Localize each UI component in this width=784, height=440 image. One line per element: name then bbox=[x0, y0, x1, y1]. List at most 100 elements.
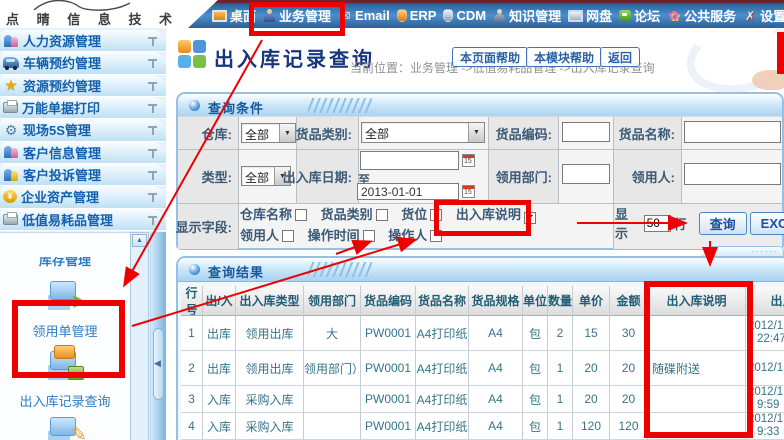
table-cell: 包 bbox=[523, 351, 548, 386]
table-row: 3入库采购入库PW0001A4打印纸A4包120202012/19:59 bbox=[181, 386, 784, 413]
checkbox-icon[interactable] bbox=[430, 209, 442, 221]
nav-item-论坛[interactable]: 论坛 bbox=[619, 5, 660, 26]
mouse-icon bbox=[397, 9, 407, 22]
nav-item-label: 业务管理 bbox=[279, 6, 331, 25]
checkbox-icon[interactable] bbox=[295, 209, 307, 221]
category-label: 货品类别: bbox=[296, 117, 356, 149]
dept-input[interactable] bbox=[562, 164, 610, 184]
display-field-货品类别: 货品类别 bbox=[321, 207, 388, 222]
sidebar-item-万能单据打印[interactable]: 万能单据打印 bbox=[0, 97, 166, 119]
nav-item-Email[interactable]: ✉Email bbox=[338, 5, 390, 26]
pin-icon[interactable] bbox=[148, 215, 157, 225]
mouse-icon-gray bbox=[443, 9, 453, 22]
item-code-input[interactable] bbox=[562, 122, 610, 142]
pin-icon[interactable] bbox=[148, 192, 157, 202]
time-line: 2012/1 bbox=[748, 320, 783, 333]
item-name-input[interactable] bbox=[684, 121, 781, 143]
sidebar-item-客户信息管理[interactable]: 客户信息管理 bbox=[0, 142, 166, 164]
sidebar-item-现场5S管理[interactable]: ⚙现场5S管理 bbox=[0, 119, 166, 141]
table-cell: 2 bbox=[548, 316, 573, 351]
type-value: 全部 bbox=[242, 167, 274, 185]
table-cell bbox=[304, 413, 361, 440]
sidebar-item-低值易耗品管理[interactable]: 低值易耗品管理 bbox=[0, 209, 166, 231]
pin-icon[interactable] bbox=[148, 81, 157, 91]
table-cell: 采购入库 bbox=[236, 413, 304, 440]
chevron-down-icon[interactable]: ▼ bbox=[468, 123, 484, 142]
column-header-出入库类型: 出入库类型 bbox=[236, 286, 304, 316]
time-line: 9:59 bbox=[748, 399, 779, 412]
calendar-icon[interactable] bbox=[462, 185, 475, 198]
person-label: 领用人: bbox=[613, 149, 679, 203]
pin-icon[interactable] bbox=[148, 36, 157, 46]
computer-icon bbox=[568, 10, 583, 22]
submenu-item-出入库记录查询[interactable]: 出入库记录查询 bbox=[0, 345, 130, 410]
module-help-button[interactable]: 本模块帮助 bbox=[526, 47, 602, 67]
category-select[interactable]: 全部 ▼ bbox=[361, 122, 485, 143]
date-to-input[interactable] bbox=[357, 183, 459, 200]
checkbox-icon[interactable] bbox=[430, 230, 442, 242]
people-alert-icon bbox=[3, 168, 19, 182]
calendar-icon[interactable] bbox=[462, 154, 475, 167]
submenu-scrollbar[interactable]: ▲ ▼ bbox=[130, 232, 149, 440]
pin-icon[interactable] bbox=[148, 170, 157, 180]
table-cell: 15 bbox=[573, 316, 610, 351]
table-cell: 30 bbox=[610, 316, 648, 351]
app-window: 点 晴 信 息 技 术 桌面业务管理✉EmailERPCDM知识管理网盘论坛✿公… bbox=[0, 0, 784, 440]
nav-item-CDM[interactable]: CDM bbox=[443, 5, 486, 26]
dept-label: 领用部门: bbox=[488, 149, 556, 203]
checkbox-icon[interactable] bbox=[376, 209, 388, 221]
back-button[interactable]: 返回 bbox=[600, 47, 640, 67]
sidebar-item-资源预约管理[interactable]: ★资源预约管理 bbox=[0, 75, 166, 97]
time-line: 2012/1 bbox=[748, 413, 783, 426]
nav-item-网盘[interactable]: 网盘 bbox=[568, 5, 612, 26]
table-cell: 20 bbox=[610, 386, 648, 413]
query-panel-title: 查询条件 bbox=[208, 98, 264, 117]
pin-icon[interactable] bbox=[148, 103, 157, 113]
sidebar-item-label: 低值易耗品管理 bbox=[22, 210, 113, 229]
table-cell: 20 bbox=[610, 351, 648, 386]
display-fields-label: 显示字段: bbox=[178, 203, 236, 249]
query-panel-header: 查询条件 bbox=[178, 94, 782, 118]
nav-item-桌面[interactable]: 桌面 bbox=[212, 5, 256, 26]
checkbox-checked-icon[interactable]: ✔ bbox=[524, 212, 536, 224]
pin-icon[interactable] bbox=[148, 58, 157, 68]
envelope-icon: ✉ bbox=[338, 9, 352, 22]
sidebar-item-车辆预约管理[interactable]: 车辆预约管理 bbox=[0, 52, 166, 74]
nav-item-公共服务[interactable]: ✿公共服务 bbox=[667, 5, 736, 26]
nav-item-知识管理[interactable]: 知识管理 bbox=[493, 5, 561, 26]
submenu-item-基础资料维护[interactable]: 基础资料维护 bbox=[0, 411, 130, 440]
submenu-item-领用单管理[interactable]: 领用单管理 bbox=[0, 275, 130, 340]
sidebar-splitter[interactable]: ◀ bbox=[150, 232, 166, 440]
chevron-down-icon[interactable]: ▼ bbox=[279, 124, 295, 142]
collapse-left-icon[interactable]: ◀ bbox=[154, 358, 161, 369]
display-field-仓库名称: 仓库名称 bbox=[240, 207, 307, 222]
people-icon bbox=[3, 34, 19, 48]
rows-count-input[interactable] bbox=[644, 215, 671, 232]
column-header-数量: 数量 bbox=[548, 286, 573, 316]
date-from-input[interactable] bbox=[360, 151, 459, 170]
hand-image bbox=[752, 70, 784, 90]
sidebar-item-人力资源管理[interactable]: 人力资源管理 bbox=[0, 30, 166, 52]
nav-item-业务管理[interactable]: 业务管理 bbox=[263, 5, 331, 26]
nav-item-label: 公共服务 bbox=[684, 6, 736, 25]
table-row: 2出库领用出库领用部门）PW0001A4打印纸A4包12020随碟附送2012/… bbox=[181, 351, 784, 386]
page-help-button[interactable]: 本页面帮助 bbox=[452, 47, 528, 67]
column-header-货品名称: 货品名称 bbox=[416, 286, 469, 316]
hatch-decoration bbox=[308, 262, 372, 277]
sidebar-item-企业资产管理[interactable]: ¥企业资产管理 bbox=[0, 186, 166, 208]
sidebar-item-label: 万能单据打印 bbox=[22, 98, 100, 117]
checkbox-icon[interactable] bbox=[282, 230, 294, 242]
excel-export-button[interactable]: EXCEL bbox=[750, 212, 784, 235]
checkbox-icon[interactable] bbox=[363, 230, 375, 242]
person-input[interactable] bbox=[684, 163, 781, 185]
pin-icon[interactable] bbox=[148, 125, 157, 135]
scroll-up-icon[interactable]: ▲ bbox=[132, 234, 147, 247]
table-header-row: 行号出/入出入库类型领用部门货品编码货品名称货品规格单位数量单价金额出入库说明出… bbox=[181, 286, 784, 316]
pin-icon[interactable] bbox=[148, 148, 157, 158]
rows-and-actions: 显示 行 查询 EXCEL bbox=[615, 208, 784, 238]
search-button[interactable]: 查询 bbox=[699, 212, 747, 235]
table-cell: 采购入库 bbox=[236, 386, 304, 413]
nav-item-ERP[interactable]: ERP bbox=[397, 5, 437, 26]
sidebar-item-客户投诉管理[interactable]: 客户投诉管理 bbox=[0, 164, 166, 186]
warehouse-select[interactable]: 全部 ▼ bbox=[241, 123, 296, 143]
